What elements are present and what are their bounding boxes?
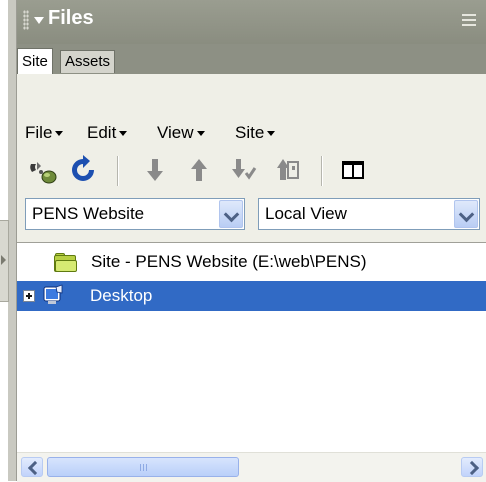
folder-icon: [54, 253, 77, 272]
expand-collapse-icon[interactable]: [337, 154, 369, 186]
scroll-right-button[interactable]: [461, 457, 483, 477]
tree-row-site-root[interactable]: Site - PENS Website (E:\web\PENS): [17, 247, 486, 277]
toolbar: [17, 148, 486, 192]
menu-caret-icon: [267, 131, 276, 137]
file-tree[interactable]: Site - PENS Website (E:\web\PENS) Deskto…: [17, 242, 486, 453]
gutter-strip: [8, 0, 17, 481]
view-select-dropdown-button[interactable]: [454, 200, 478, 228]
panel-tabs: Site Assets: [17, 44, 486, 75]
horizontal-scrollbar[interactable]: [17, 452, 486, 482]
menu-bar: File Edit View Site: [17, 114, 486, 148]
view-select-value: Local View: [265, 204, 347, 223]
site-view-selectors: PENS Website Local View: [17, 192, 486, 240]
panel-title: Files: [48, 7, 94, 29]
chevron-left-icon: [27, 460, 43, 476]
collapse-triangle-icon[interactable]: [34, 17, 44, 24]
tab-site[interactable]: Site: [17, 48, 53, 75]
panel-collapse-handle[interactable]: [0, 220, 9, 302]
menu-caret-icon: [55, 131, 64, 137]
tab-assets[interactable]: Assets: [60, 50, 116, 73]
check-in-icon[interactable]: [271, 154, 303, 186]
drag-grip-icon[interactable]: [23, 10, 29, 30]
files-panel: Files Site Assets File Edit View Site PE…: [17, 0, 486, 482]
desktop-icon: [43, 284, 63, 304]
menu-site[interactable]: Site: [235, 123, 276, 143]
collapse-arrow-icon: [1, 255, 6, 265]
put-icon[interactable]: [183, 154, 215, 186]
site-select-value: PENS Website: [32, 204, 145, 223]
chevron-down-icon: [458, 206, 475, 223]
left-gutter: [0, 0, 17, 481]
check-out-icon[interactable]: [227, 154, 259, 186]
refresh-icon[interactable]: [67, 154, 99, 186]
toolbar-separator: [117, 156, 119, 186]
scroll-thumb[interactable]: [47, 457, 239, 477]
site-select-dropdown-button[interactable]: [219, 200, 243, 228]
tab-content-spacer: [17, 74, 486, 114]
expand-plus-icon[interactable]: [23, 290, 35, 302]
toolbar-separator: [321, 156, 323, 186]
thumb-grip-icon: [140, 464, 149, 471]
connect-icon[interactable]: [27, 154, 59, 186]
chevron-down-icon: [223, 206, 240, 223]
menu-file[interactable]: File: [25, 123, 64, 143]
site-select[interactable]: PENS Website: [25, 198, 245, 230]
panel-titlebar[interactable]: Files: [17, 0, 486, 44]
view-select[interactable]: Local View: [258, 198, 480, 230]
get-icon[interactable]: [139, 154, 171, 186]
menu-caret-icon: [196, 131, 205, 137]
menu-view[interactable]: View: [157, 123, 205, 143]
tree-row-desktop[interactable]: Desktop: [17, 281, 486, 311]
chevron-right-icon: [464, 460, 480, 476]
panel-options-icon[interactable]: [462, 14, 478, 28]
menu-edit[interactable]: Edit: [87, 123, 128, 143]
tree-row-label: Desktop: [90, 286, 153, 305]
scroll-left-button[interactable]: [21, 457, 43, 477]
tree-row-label: Site - PENS Website (E:\web\PENS): [91, 252, 367, 271]
menu-caret-icon: [119, 131, 128, 137]
